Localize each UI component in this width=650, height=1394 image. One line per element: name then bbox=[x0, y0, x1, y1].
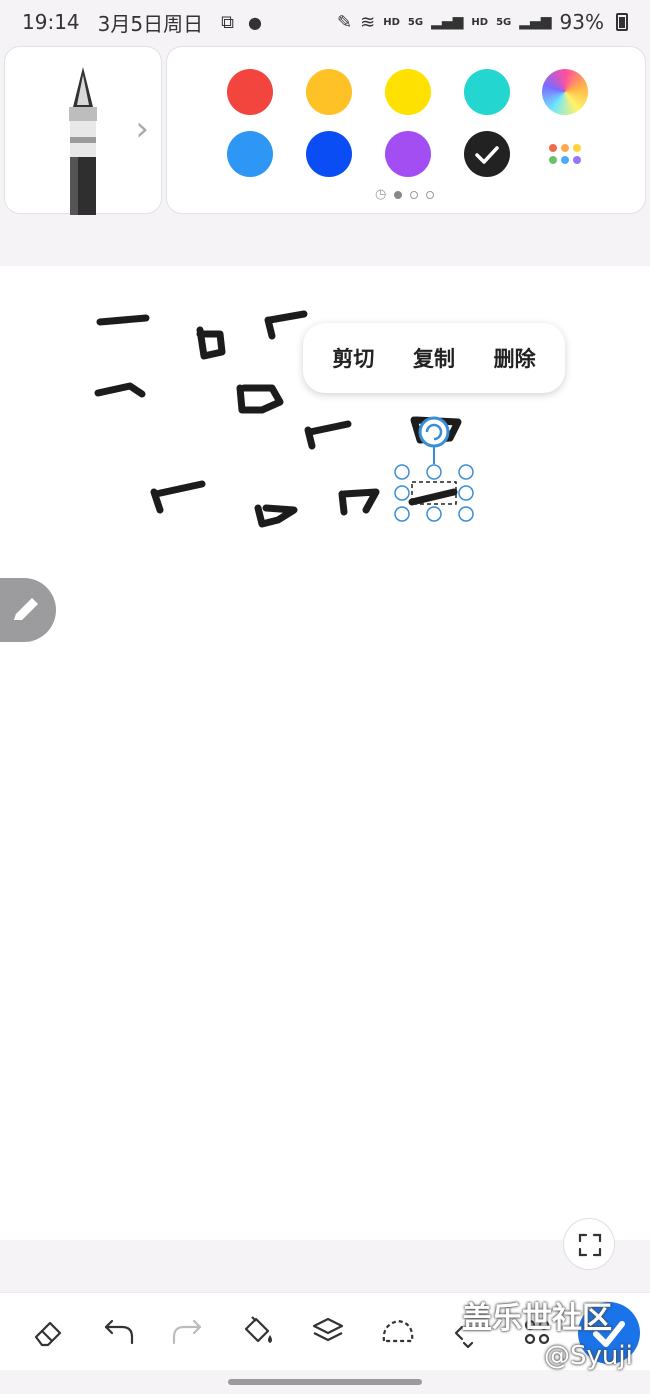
resize-handle[interactable] bbox=[394, 506, 410, 522]
recent-colors-icon[interactable]: ◷ bbox=[375, 187, 386, 202]
resize-handle[interactable] bbox=[426, 464, 442, 480]
chevron-right-icon[interactable]: › bbox=[135, 109, 149, 149]
pager-dot-1[interactable] bbox=[394, 190, 403, 199]
notification-dot-icon: ● bbox=[247, 12, 262, 32]
network-5g-badge: 5G bbox=[407, 16, 424, 28]
watermark-user: @Syuji bbox=[544, 1341, 633, 1371]
context-menu: 剪切 复制 删除 bbox=[303, 323, 565, 393]
pen-selector[interactable]: › bbox=[4, 46, 162, 215]
color-black-selected[interactable] bbox=[464, 131, 510, 177]
resize-handle[interactable] bbox=[394, 485, 410, 501]
pen-status-icon: ✎ bbox=[337, 11, 353, 33]
color-yellow[interactable] bbox=[385, 69, 431, 115]
pager-dot-3[interactable] bbox=[426, 190, 435, 199]
hd-badge: HD bbox=[383, 16, 400, 28]
color-orange[interactable] bbox=[306, 69, 352, 115]
palette-more-icon[interactable] bbox=[545, 140, 585, 170]
home-indicator[interactable] bbox=[228, 1379, 422, 1385]
resize-handle[interactable] bbox=[458, 485, 474, 501]
undo-icon[interactable] bbox=[98, 1311, 138, 1351]
signal-icon: ▂▄▆ bbox=[431, 14, 464, 30]
layers-icon[interactable] bbox=[308, 1311, 348, 1351]
status-date: 3月5日周日 bbox=[97, 11, 204, 36]
pager-dot-2[interactable] bbox=[410, 190, 419, 199]
resize-handle[interactable] bbox=[394, 464, 410, 480]
fullscreen-icon bbox=[578, 1233, 602, 1257]
watermark-title: 盖乐世社区 bbox=[462, 1301, 612, 1336]
signal-icon-2: ▂▄▆ bbox=[519, 14, 552, 30]
palette-pager: ◷ bbox=[375, 187, 435, 202]
color-teal[interactable] bbox=[464, 69, 510, 115]
status-bar: 19:14 3月5日周日 ⧉ ● ✎ ≋ HD 5G ▂▄▆ HD 5G ▂▄▆… bbox=[0, 0, 650, 44]
status-time: 19:14 bbox=[22, 10, 80, 34]
resize-handle[interactable] bbox=[458, 506, 474, 522]
color-blue[interactable] bbox=[306, 131, 352, 177]
delete-button[interactable]: 删除 bbox=[488, 335, 542, 381]
checkmark-icon bbox=[475, 146, 499, 164]
resize-handle[interactable] bbox=[458, 464, 474, 480]
fill-icon[interactable] bbox=[238, 1311, 278, 1351]
status-icons: ✎ ≋ HD 5G ▂▄▆ HD 5G ▂▄▆ 93% bbox=[337, 10, 628, 34]
color-red[interactable] bbox=[227, 69, 273, 115]
color-sky-blue[interactable] bbox=[227, 131, 273, 177]
cut-button[interactable]: 剪切 bbox=[326, 335, 380, 381]
color-purple[interactable] bbox=[385, 131, 431, 177]
eraser-icon[interactable] bbox=[28, 1311, 68, 1351]
battery-icon bbox=[616, 13, 628, 31]
network-5g-badge-2: 5G bbox=[496, 16, 512, 28]
selection-box[interactable] bbox=[390, 410, 490, 530]
copy-button[interactable]: 复制 bbox=[407, 335, 461, 381]
color-custom-rainbow[interactable] bbox=[542, 69, 588, 115]
fountain-pen-icon bbox=[69, 67, 97, 215]
screen-record-icon: ⧉ bbox=[221, 11, 234, 33]
color-palette: ◷ bbox=[166, 46, 646, 214]
resize-handle[interactable] bbox=[426, 506, 442, 522]
redo-icon[interactable] bbox=[168, 1311, 208, 1351]
battery-percent: 93% bbox=[559, 10, 604, 34]
rotate-handle-icon[interactable] bbox=[418, 416, 450, 448]
hd-badge-2: HD bbox=[471, 16, 489, 28]
lasso-icon[interactable] bbox=[378, 1311, 418, 1351]
fullscreen-button[interactable] bbox=[563, 1218, 615, 1270]
pencil-icon bbox=[14, 598, 38, 620]
wifi-icon: ≋ bbox=[360, 11, 376, 33]
handwriting-strokes bbox=[94, 310, 462, 528]
